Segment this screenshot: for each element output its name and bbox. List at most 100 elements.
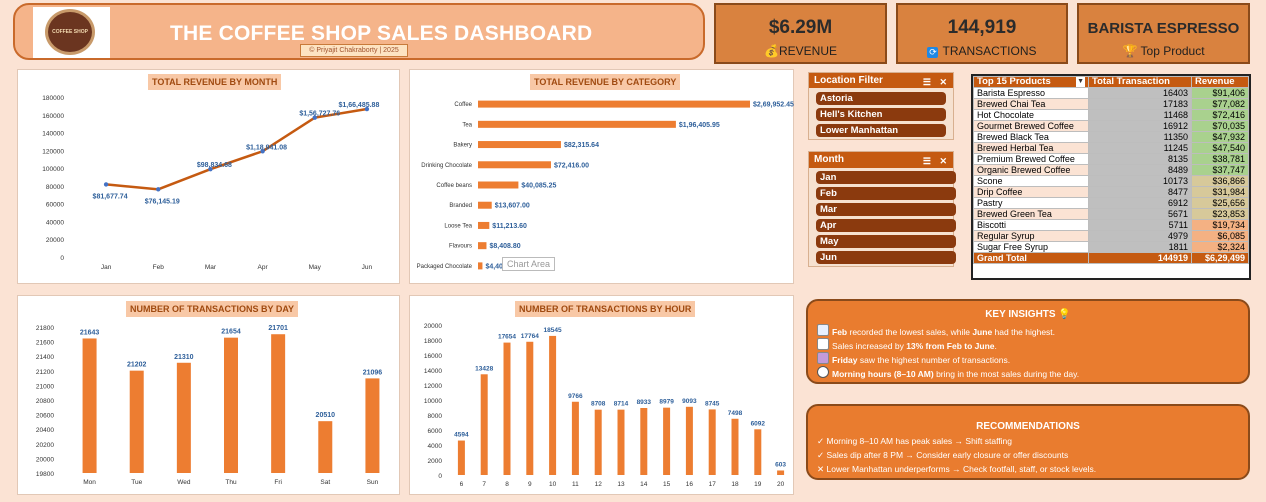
data-label: 9093 [682,398,697,405]
kpi-revenue: $6.29M 💰REVENUE [714,3,887,64]
x-tick-label: 8 [505,481,509,488]
y-tick-label: 10000 [424,398,442,405]
x-tick-label: 12 [595,481,603,488]
x-tick-label: Apr [258,264,269,271]
clock-icon [817,366,829,378]
month-item-may[interactable]: May [816,235,956,248]
filter-dropdown-icon[interactable]: ▼ [1076,77,1085,87]
data-label: 17764 [521,333,539,340]
location-item-astoria[interactable]: Astoria [816,92,946,105]
day-bar [318,421,333,473]
product-transactions-cell: 16912 [1088,120,1192,132]
data-label: 8714 [614,401,629,408]
table-row[interactable]: Brewed Green Tea 5671 $23,853 [973,208,1249,220]
transactions-hour-chart: 0 2000 4000 6000 8000 10000 12000 14000 16000 180… [424,323,786,488]
transactions-day-panel[interactable]: NUMBER OF TRANSACTIONS BY DAY 19800 20000… [17,295,400,495]
category-bar [478,141,561,149]
table-row[interactable]: Gourmet Brewed Coffee 16912 $70,035 [973,120,1249,132]
table-row[interactable]: Brewed Chai Tea 17183 $77,082 [973,98,1249,110]
products-header-revenue[interactable]: Revenue [1190,76,1249,88]
category-bar [478,262,483,270]
x-tick-label: Thu [225,479,237,486]
insight-line-3: Friday saw the highest number of transac… [817,352,1010,365]
product-revenue-cell: $91,406 [1190,87,1249,99]
data-label: 7498 [728,410,743,417]
product-revenue-cell: $77,082 [1190,98,1249,110]
hour-bar [663,407,671,475]
products-header-transactions[interactable]: Total Transaction [1088,76,1192,88]
location-item-hells-kitchen[interactable]: Hell's Kitchen [816,108,946,121]
table-row[interactable]: Regular Syrup 4979 $6,085 [973,230,1249,242]
table-row[interactable]: Premium Brewed Coffee 8135 $38,781 [973,153,1249,165]
table-row[interactable]: Biscotti 5711 $19,734 [973,219,1249,231]
table-row[interactable]: Sugar Free Syrup 1811 $2,324 [973,241,1249,253]
month-item-jan[interactable]: Jan [816,171,956,184]
table-row[interactable]: Brewed Black Tea 11350 $47,932 [973,131,1249,143]
product-revenue-cell: $23,853 [1190,208,1249,220]
table-row[interactable]: Drip Coffee 8477 $31,984 [973,186,1249,198]
transactions-hour-panel[interactable]: NUMBER OF TRANSACTIONS BY HOUR 0 2000 4000… [409,295,794,495]
y-tick-label: 160000 [42,113,64,120]
transactions-day-chart: 19800 20000 20200 20400 20600 20800 21000 21200… [36,325,382,486]
x-tick-label: Tue [131,479,142,486]
revenue-category-panel[interactable]: TOTAL REVENUE BY CATEGORY Coffee $2,69,95… [409,69,794,284]
x-tick-label: 15 [663,481,671,488]
month-item-mar[interactable]: Mar [816,203,956,216]
y-tick-label: 8000 [428,413,443,420]
location-filter-title: Location Filter [814,75,883,86]
category-bar [478,221,490,229]
x-tick-label: 13 [617,481,625,488]
data-label: 21310 [174,354,194,361]
data-label: $1,18,941.08 [246,144,287,151]
refresh-icon: ⟳ [927,47,939,58]
data-label: $76,145.19 [145,198,180,205]
x-tick-label: 20 [777,481,785,488]
table-row[interactable]: Barista Espresso 16403 $91,406 [973,87,1249,99]
logo: COFFEE SHOP [33,7,110,58]
table-row[interactable]: Scone 10173 $36,866 [973,175,1249,187]
clear-filter-icon[interactable]: ✕ [939,154,947,169]
revenue-month-chart: 0 20000 40000 60000 80000 100000 120000 140000 1… [42,95,379,271]
x-tick-label: Mon [83,479,96,486]
hour-bar [754,429,762,475]
product-revenue-cell: $70,035 [1190,120,1249,132]
category-bar [478,181,519,189]
recommendations-title: RECOMMENDATIONS [976,421,1080,432]
y-tick-label: 60000 [46,202,64,209]
hour-bar [594,409,602,475]
key-insights-box: KEY INSIGHTS 💡 Feb recorded the lowest s… [806,299,1250,384]
month-item-apr[interactable]: Apr [816,219,956,232]
hour-bar [640,408,648,475]
clear-filter-icon[interactable]: ✕ [939,75,947,90]
table-row[interactable]: Pastry 6912 $25,656 [973,197,1249,209]
data-label: $1,66,485.88 [338,102,379,109]
logo-text: COFFEE SHOP [52,29,88,35]
x-tick-label: May [309,264,322,271]
category-label: Bakery [453,143,472,149]
table-row[interactable]: Organic Brewed Coffee 8489 $37,747 [973,164,1249,176]
y-tick-label: 21000 [36,383,54,390]
insight-line-4: Morning hours (8–10 AM) bring in the mos… [817,366,1079,379]
revenue-month-panel[interactable]: TOTAL REVENUE BY MONTH 0 20000 40000 60000 8… [17,69,400,284]
author-credit: © Priyajit Chakraborty | 2025 [300,44,408,57]
data-label: 6092 [751,420,766,427]
month-filter-slicer: Month ☰ ✕ Jan Feb Mar Apr May Jun [808,151,956,267]
month-item-feb[interactable]: Feb [816,187,956,200]
products-header-name[interactable]: Top 15 Products ▼ [973,76,1089,88]
table-row[interactable]: Brewed Herbal Tea 11245 $47,540 [973,142,1249,154]
x-tick-label: Jun [362,264,373,271]
hour-bar [549,335,557,475]
location-item-lower-manhattan[interactable]: Lower Manhattan [816,124,946,137]
table-row[interactable]: Hot Chocolate 11468 $72,416 [973,109,1249,121]
product-revenue-cell: $37,747 [1190,164,1249,176]
multi-select-icon[interactable]: ☰ [923,75,931,90]
hour-bar [526,341,534,475]
x-tick-label: Sun [367,479,379,486]
month-item-jun[interactable]: Jun [816,251,956,264]
product-name-cell: Scone [973,175,1089,187]
y-tick-label: 80000 [46,184,64,191]
data-label: 9766 [568,393,583,400]
hour-bar [457,440,465,475]
y-tick-label: 16000 [424,353,442,360]
multi-select-icon[interactable]: ☰ [923,154,931,169]
